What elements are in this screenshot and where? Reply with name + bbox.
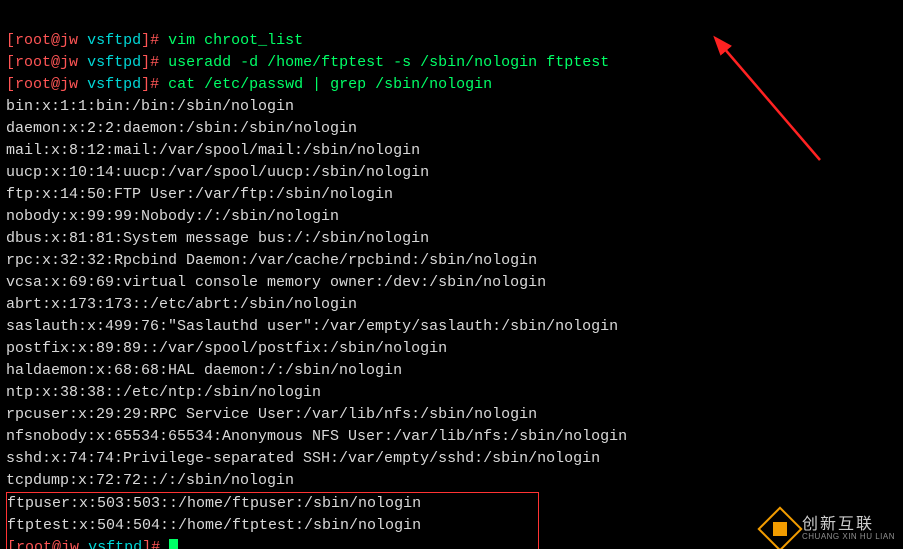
output-line: ftp:x:14:50:FTP User:/var/ftp:/sbin/nolo… bbox=[6, 186, 393, 203]
prompt-user: root bbox=[15, 32, 51, 49]
output-line: tcpdump:x:72:72::/:/sbin/nologin bbox=[6, 472, 294, 489]
watermark-main-text: 创新互联 bbox=[802, 517, 895, 533]
highlighted-line: ftptest:x:504:504::/home/ftptest:/sbin/n… bbox=[7, 517, 421, 534]
terminal-output[interactable]: [root@jw vsftpd]# vim chroot_list [root@… bbox=[0, 0, 903, 549]
prompt-cwd: vsftpd bbox=[87, 32, 141, 49]
prompt-bracket-open: [ bbox=[6, 32, 15, 49]
output-line: ntp:x:38:38::/etc/ntp:/sbin/nologin bbox=[6, 384, 321, 401]
prompt-bracket-close: ] bbox=[141, 32, 150, 49]
highlighted-line: ftpuser:x:503:503::/home/ftpuser:/sbin/n… bbox=[7, 495, 421, 512]
output-line: daemon:x:2:2:daemon:/sbin:/sbin/nologin bbox=[6, 120, 357, 137]
output-line: mail:x:8:12:mail:/var/spool/mail:/sbin/n… bbox=[6, 142, 420, 159]
watermark-logo-icon bbox=[757, 506, 802, 549]
output-line: haldaemon:x:68:68:HAL daemon:/:/sbin/nol… bbox=[6, 362, 402, 379]
output-line: uucp:x:10:14:uucp:/var/spool/uucp:/sbin/… bbox=[6, 164, 429, 181]
cursor bbox=[169, 539, 178, 549]
prompt-host: jw bbox=[60, 32, 78, 49]
watermark: 创新互联 CHUANG XIN HU LIAN bbox=[764, 513, 895, 545]
prompt-at: @ bbox=[51, 32, 60, 49]
output-line: postfix:x:89:89::/var/spool/postfix:/sbi… bbox=[6, 340, 447, 357]
output-line: abrt:x:173:173::/etc/abrt:/sbin/nologin bbox=[6, 296, 357, 313]
prompt-line-3: [root@jw vsftpd]# cat /etc/passwd | grep… bbox=[6, 76, 492, 93]
prompt-line-4: [root@jw vsftpd]# bbox=[7, 539, 169, 549]
command-3: cat /etc/passwd | grep /sbin/nologin bbox=[168, 76, 492, 93]
prompt-line-1: [root@jw vsftpd]# vim chroot_list bbox=[6, 32, 303, 49]
command-1: vim chroot_list bbox=[168, 32, 303, 49]
output-line: bin:x:1:1:bin:/bin:/sbin/nologin bbox=[6, 98, 294, 115]
watermark-sub-text: CHUANG XIN HU LIAN bbox=[802, 533, 895, 541]
output-line: nobody:x:99:99:Nobody:/:/sbin/nologin bbox=[6, 208, 339, 225]
output-line: rpc:x:32:32:Rpcbind Daemon:/var/cache/rp… bbox=[6, 252, 537, 269]
highlighted-output-box: ftpuser:x:503:503::/home/ftpuser:/sbin/n… bbox=[6, 492, 539, 549]
output-line: saslauth:x:499:76:"Saslauthd user":/var/… bbox=[6, 318, 618, 335]
output-line: dbus:x:81:81:System message bus:/:/sbin/… bbox=[6, 230, 429, 247]
output-line: vcsa:x:69:69:virtual console memory owne… bbox=[6, 274, 546, 291]
command-2: useradd -d /home/ftptest -s /sbin/nologi… bbox=[168, 54, 609, 71]
output-line: nfsnobody:x:65534:65534:Anonymous NFS Us… bbox=[6, 428, 627, 445]
output-line: sshd:x:74:74:Privilege-separated SSH:/va… bbox=[6, 450, 600, 467]
output-line: rpcuser:x:29:29:RPC Service User:/var/li… bbox=[6, 406, 537, 423]
prompt-line-2: [root@jw vsftpd]# useradd -d /home/ftpte… bbox=[6, 54, 609, 71]
prompt-hash: # bbox=[150, 32, 168, 49]
